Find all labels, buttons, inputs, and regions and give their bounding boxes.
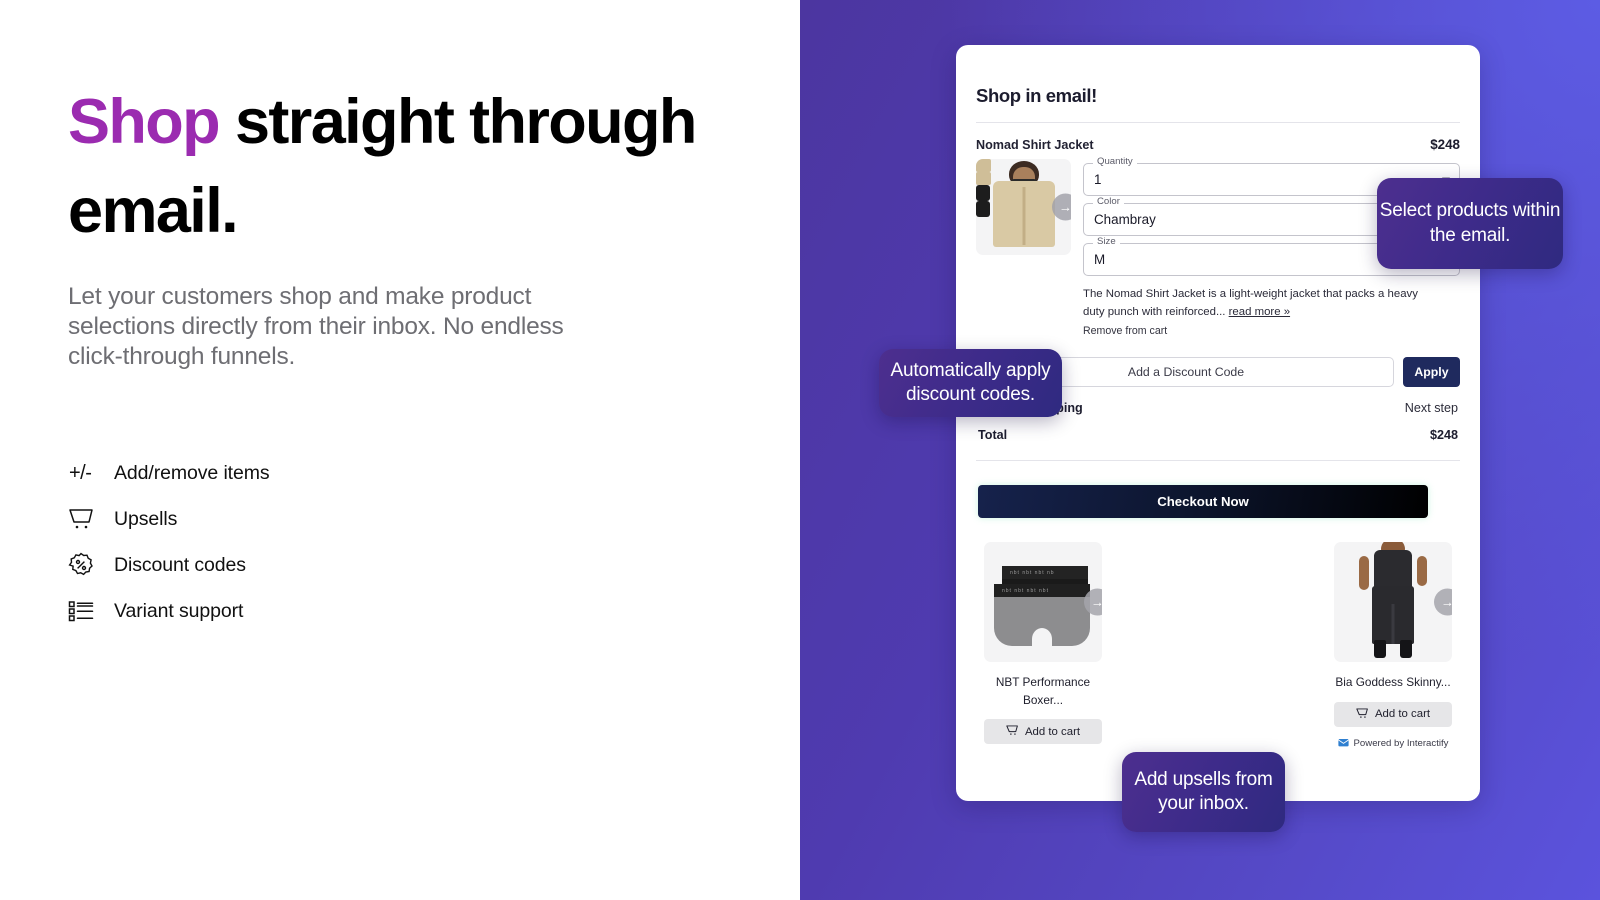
feature-label: Upsells [114, 507, 178, 530]
callout-discount-codes: Automatically apply discount codes. [879, 349, 1062, 417]
add-to-cart-button[interactable]: Add to cart [1334, 701, 1452, 727]
marketing-slide: Shop straight through email. Let your cu… [0, 0, 1600, 900]
divider [976, 459, 1460, 461]
envelope-icon [1337, 738, 1349, 750]
feature-list: +/- Add/remove items Upsells Discount co… [68, 450, 488, 634]
summary-value: $248 [1429, 427, 1458, 442]
quantity-label: Quantity [1093, 157, 1137, 167]
plus-minus-icon: +/- [69, 461, 92, 484]
add-to-cart-button[interactable]: Add to cart [984, 719, 1102, 745]
right-showcase-panel: Shop in email! Nomad Shirt Jacket $248 →… [800, 0, 1600, 900]
upsell-item-boxer: nbt nbt nbt nb nbt nbt nbt nbt → NBT Per… [984, 541, 1102, 750]
product-name: Nomad Shirt Jacket [976, 138, 1094, 152]
summary-row-total: Total $248 [976, 428, 1460, 442]
feature-item-add-remove: +/- Add/remove items [68, 450, 488, 496]
apply-discount-button[interactable]: Apply [1403, 356, 1460, 387]
page-subtitle: Let your customers shop and make product… [68, 283, 564, 370]
shopping-cart-icon [68, 507, 114, 531]
page-title: Shop straight through email. [68, 78, 708, 257]
add-to-cart-label: Add to cart [1374, 708, 1431, 721]
shopping-cart-icon [1006, 724, 1019, 739]
feature-item-variant-support: Variant support [68, 588, 488, 634]
summary-value: Next step [1404, 400, 1458, 415]
powered-by-label: Powered by Interactify [1353, 738, 1449, 750]
size-label: Size [1093, 237, 1120, 247]
product-description: The Nomad Shirt Jacket is a light-weight… [1083, 285, 1433, 322]
color-label: Color [1093, 197, 1124, 207]
feature-label: Variant support [114, 599, 244, 622]
remove-from-cart-link[interactable]: Remove from cart [1083, 325, 1460, 337]
upsell-thumbnail[interactable]: → [1334, 541, 1452, 662]
summary-label: Total [978, 427, 1008, 442]
callout-add-upsells: Add upsells from your inbox. [1122, 752, 1285, 832]
callout-select-products: Select products within the email. [1377, 178, 1563, 269]
product-price: $248 [1430, 137, 1460, 152]
feature-item-upsells: Upsells [68, 496, 488, 542]
shopping-cart-icon [1356, 707, 1369, 722]
powered-by-badge: Powered by Interactify [1337, 738, 1449, 750]
email-preview-card: Shop in email! Nomad Shirt Jacket $248 →… [956, 45, 1480, 801]
product-thumbnail[interactable]: → [976, 159, 1071, 255]
add-to-cart-label: Add to cart [1024, 725, 1081, 738]
read-more-link[interactable]: read more » [1229, 306, 1290, 318]
quantity-value: 1 [1094, 172, 1102, 187]
upsell-product-name: NBT Performance Boxer... [995, 674, 1091, 707]
email-card-title: Shop in email! [976, 85, 1097, 106]
feature-label: Discount codes [114, 553, 246, 576]
percent-badge-icon [68, 552, 114, 578]
size-value: M [1094, 252, 1106, 267]
upsell-products: nbt nbt nbt nb nbt nbt nbt nbt → NBT Per… [976, 541, 1460, 750]
upsell-thumbnail[interactable]: nbt nbt nbt nb nbt nbt nbt nbt → [984, 541, 1102, 662]
upsell-item-jeans: → Bia Goddess Skinny... Add to cart Powe… [1334, 541, 1452, 750]
headline-accent-word: Shop [68, 87, 221, 157]
divider [976, 122, 1460, 123]
feature-item-discount-codes: Discount codes [68, 542, 488, 588]
variant-list-icon [68, 599, 114, 623]
checkout-now-button[interactable]: Checkout Now [978, 484, 1428, 518]
product-header: Nomad Shirt Jacket $248 [976, 137, 1460, 152]
left-content-panel: Shop straight through email. Let your cu… [0, 0, 800, 900]
color-value: Chambray [1094, 212, 1156, 227]
upsell-product-name: Bia Goddess Skinny... [1335, 674, 1451, 689]
feature-label: Add/remove items [114, 461, 270, 484]
